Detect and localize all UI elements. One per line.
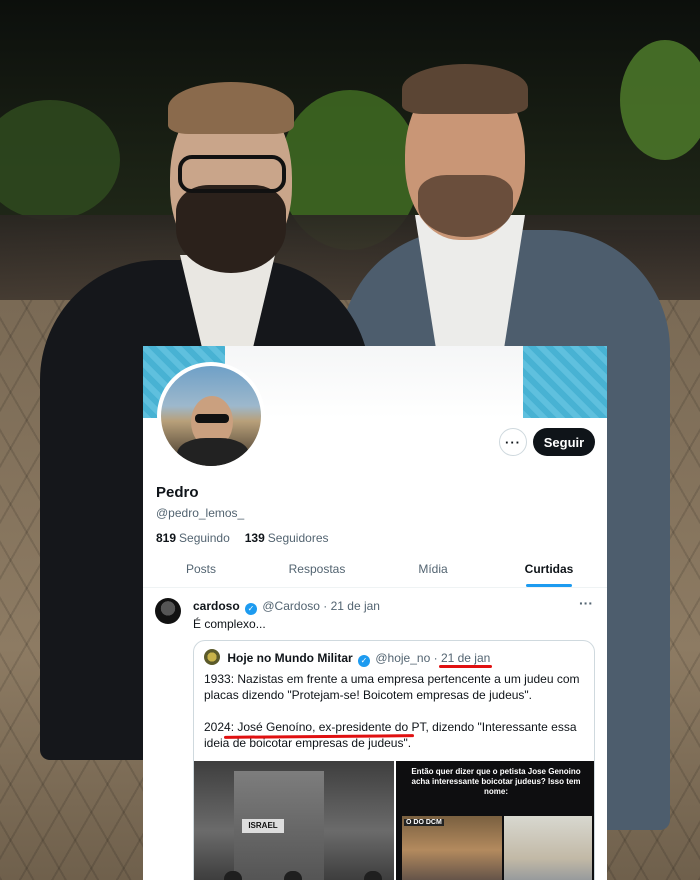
quoted-tweet-header: Hoje no Mundo Militar ✓ @hoje_no · 21 de… [204,649,490,667]
quoted-author-name: Hoje no Mundo Militar [227,651,353,665]
quoted-tweet[interactable]: Hoje no Mundo Militar ✓ @hoje_no · 21 de… [193,640,595,880]
verified-badge-icon: ✓ [358,655,371,667]
tweet-author-name[interactable]: cardoso [193,599,240,613]
profile-handle: @pedro_lemos_ [156,506,245,520]
following-count: 819 [156,531,177,545]
quoted-author-handle: @hoje_no · [375,651,438,665]
tab-media[interactable]: Mídia [375,554,491,587]
tab-replies[interactable]: Respostas [259,554,375,587]
tab-posts[interactable]: Posts [143,554,259,587]
following-link[interactable]: 819 Seguindo [156,531,230,545]
media-caption: Então quer dizer que o petista Jose Geno… [411,767,581,796]
avatar-body [177,438,249,466]
following-label: Seguindo [179,531,230,545]
more-options-button[interactable]: ··· [499,428,527,456]
profile-card-screenshot: ··· Seguir Pedro @pedro_lemos_ 819 Seguin… [143,346,607,880]
tree [620,40,700,160]
man-left-hair [168,82,294,134]
banner-middle [225,346,523,418]
followers-count: 139 [244,531,265,545]
video-frame-right [504,816,592,880]
tab-likes[interactable]: Curtidas [491,554,607,587]
man-right-beard [418,175,513,237]
followers-link[interactable]: 139 Seguidores [245,531,329,545]
profile-name: Pedro [156,484,199,501]
tweet-author-handle[interactable]: @Cardoso [262,599,320,613]
profile-avatar[interactable] [157,362,265,470]
tweet-more-icon[interactable]: ··· [579,595,593,611]
avatar-sunglasses [195,414,229,423]
quoted-tweet-date: 21 de jan [440,651,491,665]
glasses [178,155,286,193]
tweet-date[interactable]: · 21 de jan [323,599,380,613]
banner-right-pattern [523,346,607,418]
quoted-author-avatar [204,649,220,665]
person-figure [224,871,242,880]
media-image-video-call[interactable]: Então quer dizer que o petista Jose Geno… [396,761,594,880]
man-left-beard [176,185,286,273]
tweet-text: É complexo... [193,617,266,631]
verified-badge-icon: ✓ [245,603,258,615]
quoted-text-paragraph-1: 1933: Nazistas em frente a uma empresa p… [204,672,580,702]
profile-tabs: Posts Respostas Mídia Curtidas [143,554,607,588]
person-figure [364,871,382,880]
media-channel-tag: O DO DCM [404,819,444,826]
person-figure [284,871,302,880]
follow-button[interactable]: Seguir [533,428,595,456]
shop-sign: ISRAEL [242,819,284,833]
tweet-author-avatar[interactable] [155,598,181,624]
tweet-header: cardoso ✓ @Cardoso · 21 de jan [193,599,380,615]
media-image-historical[interactable]: ISRAEL [194,761,394,880]
followers-label: Seguidores [267,531,329,545]
quoted-media: ISRAEL Então quer dizer que o petista Jo… [194,761,594,880]
profile-stats: 819 Seguindo 139 Seguidores [156,531,329,545]
man-right-hair [402,64,528,114]
